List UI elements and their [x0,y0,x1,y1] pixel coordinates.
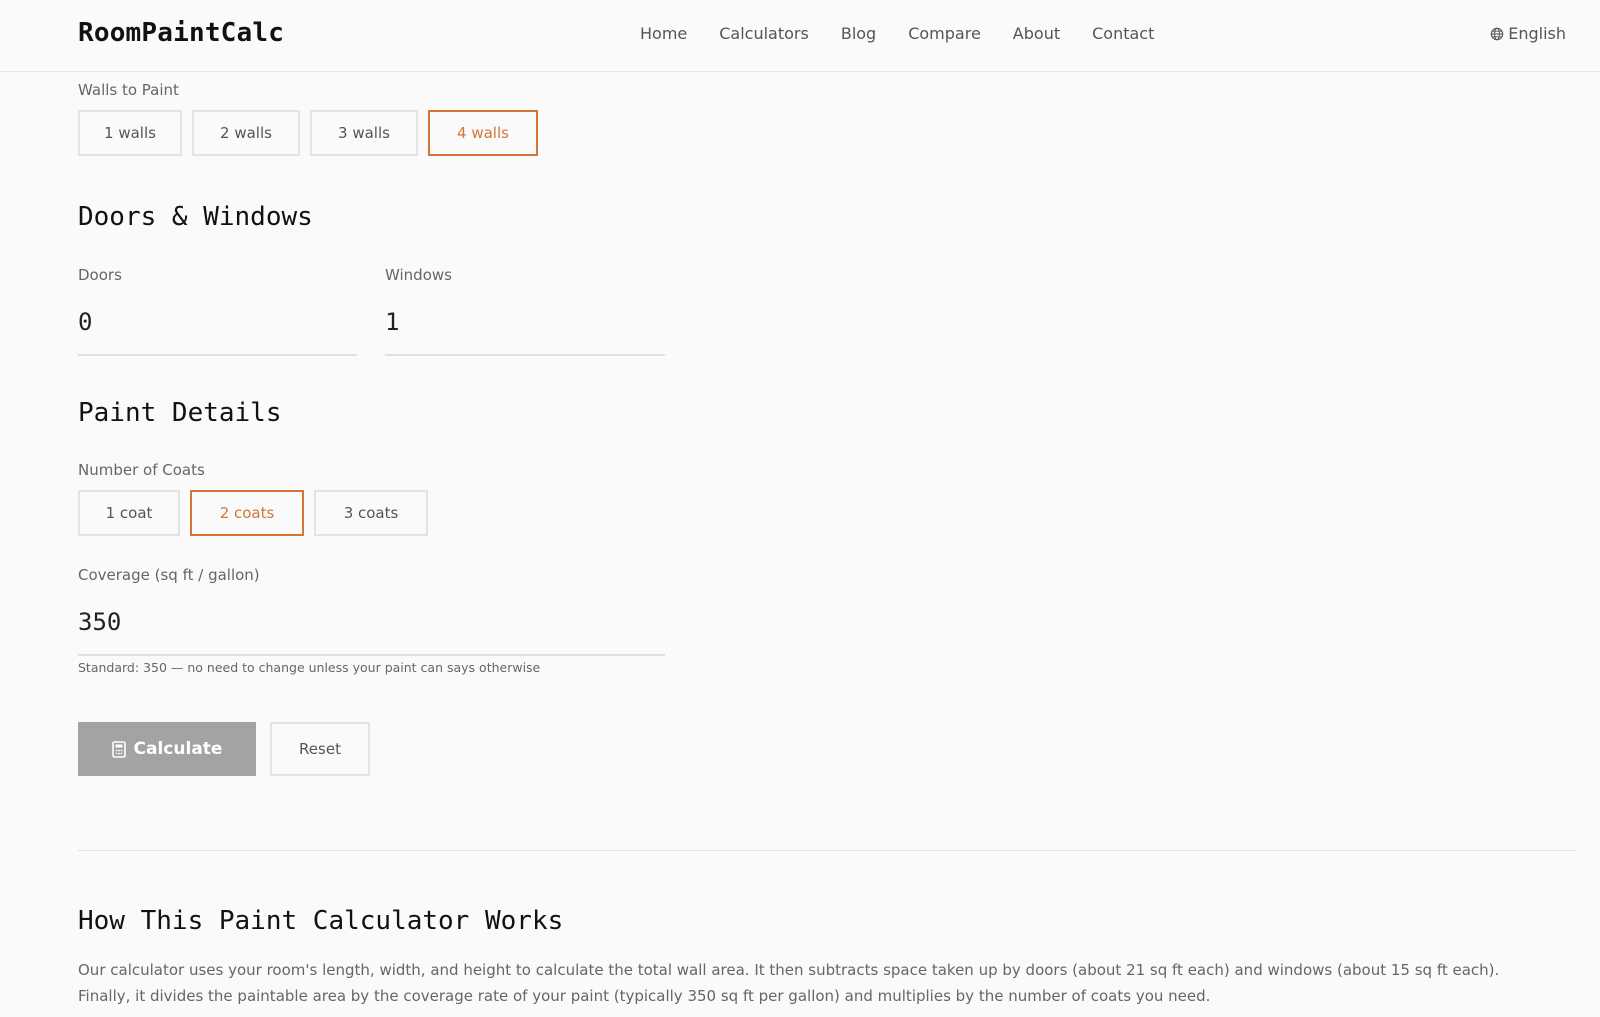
doors-input[interactable] [78,300,357,356]
windows-input[interactable] [385,300,665,356]
calculate-button[interactable]: Calculate [78,722,256,776]
nav-calculators[interactable]: Calculators [719,24,809,43]
nav-home[interactable]: Home [640,24,687,43]
calculator-icon [111,740,126,758]
paint-details-heading: Paint Details [78,398,282,428]
section-divider [78,850,1576,851]
walls-option-1[interactable]: 1 walls [78,110,182,156]
walls-option-3[interactable]: 3 walls [310,110,418,156]
nav-blog[interactable]: Blog [841,24,876,43]
language-selector[interactable]: English [1490,24,1566,43]
coverage-hint: Standard: 350 — no need to change unless… [78,660,541,675]
language-label: English [1508,24,1566,43]
walls-option-2[interactable]: 2 walls [192,110,300,156]
nav-contact[interactable]: Contact [1092,24,1154,43]
coverage-input[interactable] [78,600,665,656]
walls-label: Walls to Paint [78,81,179,99]
doors-windows-heading: Doors & Windows [78,202,313,232]
how-it-works-text: Our calculator uses your room's length, … [78,961,1500,1005]
walls-option-4[interactable]: 4 walls [428,110,538,156]
coats-option-2[interactable]: 2 coats [190,490,304,536]
nav-about[interactable]: About [1013,24,1060,43]
coats-option-1[interactable]: 1 coat [78,490,180,536]
nav-compare[interactable]: Compare [908,24,981,43]
main-nav: Home Calculators Blog Compare About Cont… [640,24,1186,43]
coats-label: Number of Coats [78,461,205,479]
coats-option-3[interactable]: 3 coats [314,490,428,536]
calculate-label: Calculate [133,739,223,759]
globe-icon [1490,27,1504,40]
how-it-works-heading: How This Paint Calculator Works [78,906,564,936]
reset-button[interactable]: Reset [270,722,370,776]
windows-label: Windows [385,266,452,284]
coverage-label: Coverage (sq ft / gallon) [78,566,260,584]
top-navigation-bar: RoomPaintCalc Home Calculators Blog Comp… [0,0,1600,72]
coats-selector: 1 coat 2 coats 3 coats [78,490,428,536]
walls-selector: 1 walls 2 walls 3 walls 4 walls [78,110,538,156]
site-logo[interactable]: RoomPaintCalc [78,18,284,48]
doors-label: Doors [78,266,122,284]
